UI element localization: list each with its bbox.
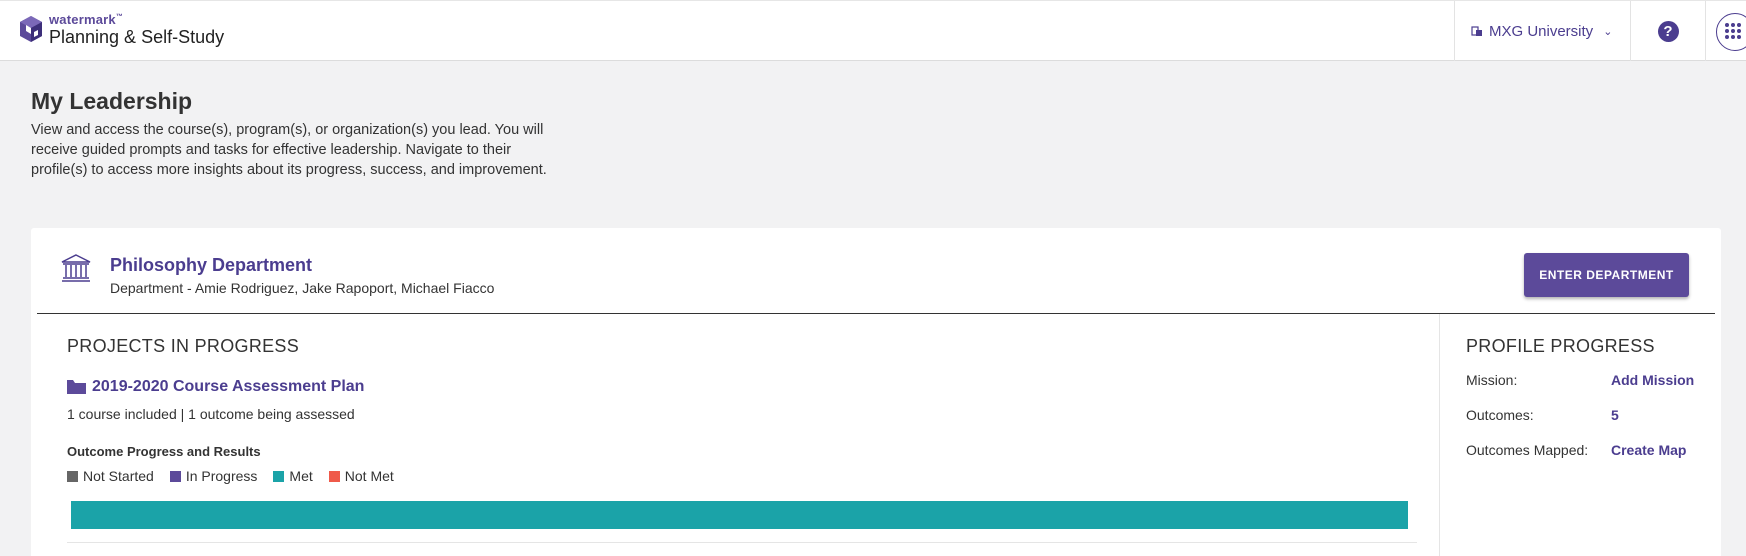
profile-section-title: PROFILE PROGRESS: [1466, 336, 1655, 356]
apps-grid-icon: [1725, 23, 1741, 39]
product-name: Planning & Self-Study: [49, 27, 225, 47]
outcome-legend: Not Started In Progress Met Not Met: [67, 468, 410, 484]
help-icon: ?: [1657, 20, 1679, 42]
project-name-link[interactable]: 2019-2020 Course Assessment Plan: [92, 378, 364, 396]
page-intro: My Leadership View and access the course…: [31, 88, 551, 180]
legend-in-progress: In Progress: [169, 468, 257, 484]
profile-row-outcomes: Outcomes: 5: [1466, 407, 1619, 423]
outcome-progress-label: Outcome Progress and Results: [67, 444, 261, 459]
brand-name: watermark™: [49, 12, 124, 27]
watermark-logo-icon: [20, 15, 42, 42]
help-button[interactable]: ?: [1630, 1, 1705, 61]
profile-row-outcomes-mapped: Outcomes Mapped: Create Map: [1466, 442, 1687, 458]
brand[interactable]: watermark™ Planning & Self-Study: [18, 13, 224, 46]
legend-swatch: [169, 470, 181, 482]
top-bar: watermark™ Planning & Self-Study MXG Uni…: [0, 0, 1746, 61]
projects-in-progress-panel: PROJECTS IN PROGRESS 2019-2020 Course As…: [31, 314, 1440, 556]
org-switcher[interactable]: MXG University ⌄: [1454, 1, 1630, 61]
org-name: MXG University: [1489, 22, 1594, 40]
department-card: Philosophy Department Department - Amie …: [31, 228, 1721, 556]
department-name-link[interactable]: Philosophy Department: [110, 255, 312, 276]
legend-met: Met: [273, 468, 313, 484]
project-divider: [67, 542, 1417, 543]
page-title: My Leadership: [31, 88, 193, 114]
project-meta: 1 course included | 1 outcome being asse…: [67, 406, 355, 422]
outcomes-count-link[interactable]: 5: [1611, 407, 1619, 423]
apps-menu-button[interactable]: [1705, 1, 1746, 61]
department-subtitle: Department - Amie Rodriguez, Jake Rapopo…: [110, 280, 495, 296]
profile-row-mission: Mission: Add Mission: [1466, 372, 1695, 388]
department-header: Philosophy Department Department - Amie …: [31, 228, 1721, 314]
legend-not-met: Not Met: [328, 468, 394, 484]
enter-department-button[interactable]: ENTER DEPARTMENT: [1524, 253, 1689, 297]
project-item[interactable]: 2019-2020 Course Assessment Plan: [67, 378, 364, 396]
legend-swatch: [273, 470, 285, 482]
create-map-link[interactable]: Create Map: [1611, 442, 1686, 458]
profile-progress-panel: PROFILE PROGRESS Mission: Add Mission Ou…: [1440, 314, 1721, 556]
progress-segment-met: [71, 501, 1408, 529]
projects-section-title: PROJECTS IN PROGRESS: [67, 336, 300, 356]
legend-swatch: [67, 470, 78, 482]
institution-icon: [61, 254, 91, 282]
legend-not-started: Not Started: [67, 468, 154, 484]
chevron-down-icon: ⌄: [1603, 25, 1613, 38]
outcome-progress-bar[interactable]: [71, 501, 1408, 529]
legend-swatch: [328, 470, 340, 482]
building-icon: [1471, 26, 1482, 36]
folder-icon: [67, 380, 86, 394]
add-mission-link[interactable]: Add Mission: [1611, 372, 1694, 388]
page-description: View and access the course(s), program(s…: [31, 122, 547, 178]
